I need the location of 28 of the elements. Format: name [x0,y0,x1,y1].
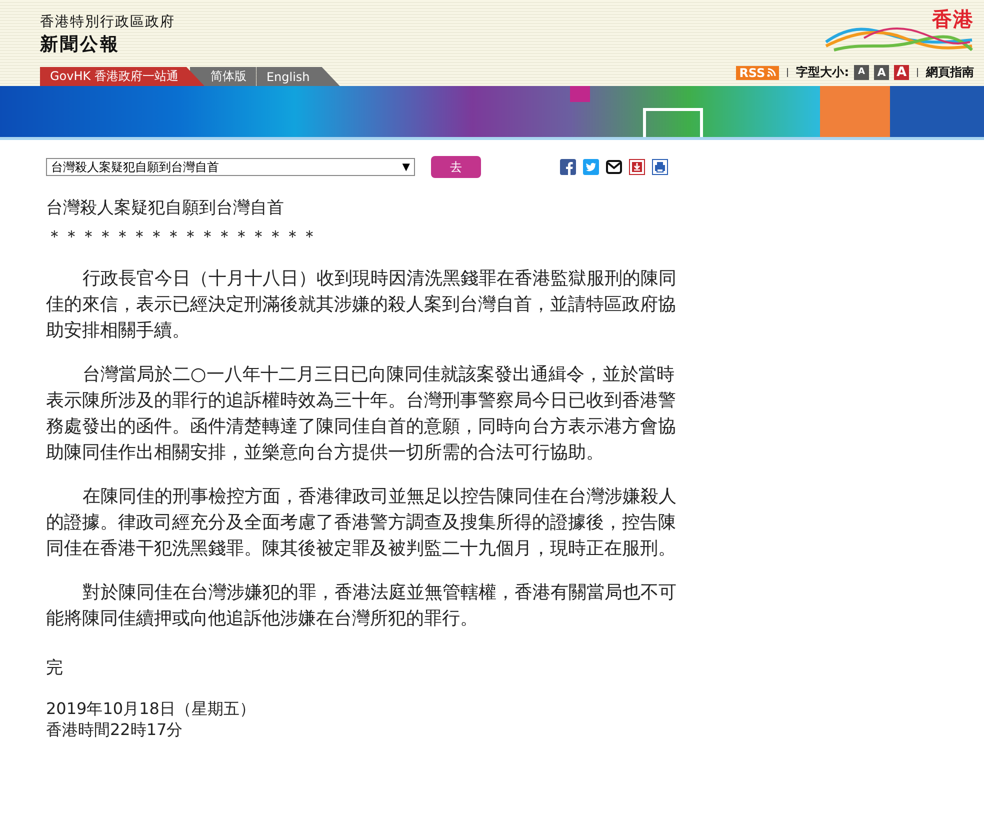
article-title: 台灣殺人案疑犯自願到台灣自首 [46,197,285,219]
body-paragraph: 台灣當局於二○一八年十二月三日已向陳同佳就該案發出通緝令，並於當時表示陳所涉及的罪行的追訴權時效為三十年。台灣刑事警察局今日已收到香港警務處發出的函件。函件清楚轉達了陳同佳自首的意願，同時向台方表示港方會協助陳同佳作出相關安排，並樂意向台方提供一切所需的合法可行協助。 [46,363,677,465]
brand-logo-text: 香港 [932,6,974,33]
font-size-button[interactable]: A [854,65,869,80]
site-guide-link[interactable]: 網頁指南 [926,64,974,81]
go-button[interactable]: 去 [431,156,481,178]
article-select[interactable]: 台灣殺人案疑犯自願到台灣自首 ▼ [46,158,415,176]
divider-asterisks: ＊＊＊＊＊＊＊＊＊＊＊＊＊＊＊＊ [46,226,319,248]
font-size-label: 字型大小: [796,64,849,81]
facebook-icon[interactable] [560,159,576,175]
body-paragraph: 行政長官今日（十月十八日）收到現時因清洗黑錢罪在香港監獄服刑的陳同佳的來信，表示已經決定刑滿後就其涉嫌的殺人案到台灣自首，並請特區政府協助安排相關手續。 [46,267,678,343]
page-title: 新聞公報 [40,33,121,56]
government-name: 香港特別行政區政府 [40,13,176,31]
language-link[interactable]: English [256,67,340,86]
font-size-button[interactable]: A [874,65,889,80]
body-paragraph: 對於陳同佳在台灣涉嫌犯的罪，香港法庭並無管轄權，香港有關當局也不可能將陳同佳續押或向他追訴他涉嫌在台灣所犯的罪行。 [46,581,678,631]
body-paragraph: 在陳同佳的刑事檢控方面，香港律政司並無足以控告陳同佳在台灣涉嫌殺人的證據。律政司經充分及全面考慮了香港警方調查及搜集所得的證據後，控告陳同佳在香港干犯洗黑錢罪。陳其後被定罪及被判監二十九個月，現時正在服刑。 [46,485,678,561]
rss-feed-icon [767,68,776,77]
font-size-button[interactable]: A [894,65,909,80]
email-icon[interactable] [606,159,622,175]
download-icon[interactable] [629,159,645,175]
print-icon[interactable] [652,159,668,175]
govhk-link[interactable]: GovHK 香港政府一站通 [40,67,204,86]
end-mark: 完 [46,657,64,679]
release-date: 2019年10月18日（星期五） [46,699,256,720]
twitter-bird-icon[interactable] [583,159,599,175]
release-time: 香港時間22時17分 [46,720,184,741]
language-link[interactable]: 简体版 [190,67,256,86]
